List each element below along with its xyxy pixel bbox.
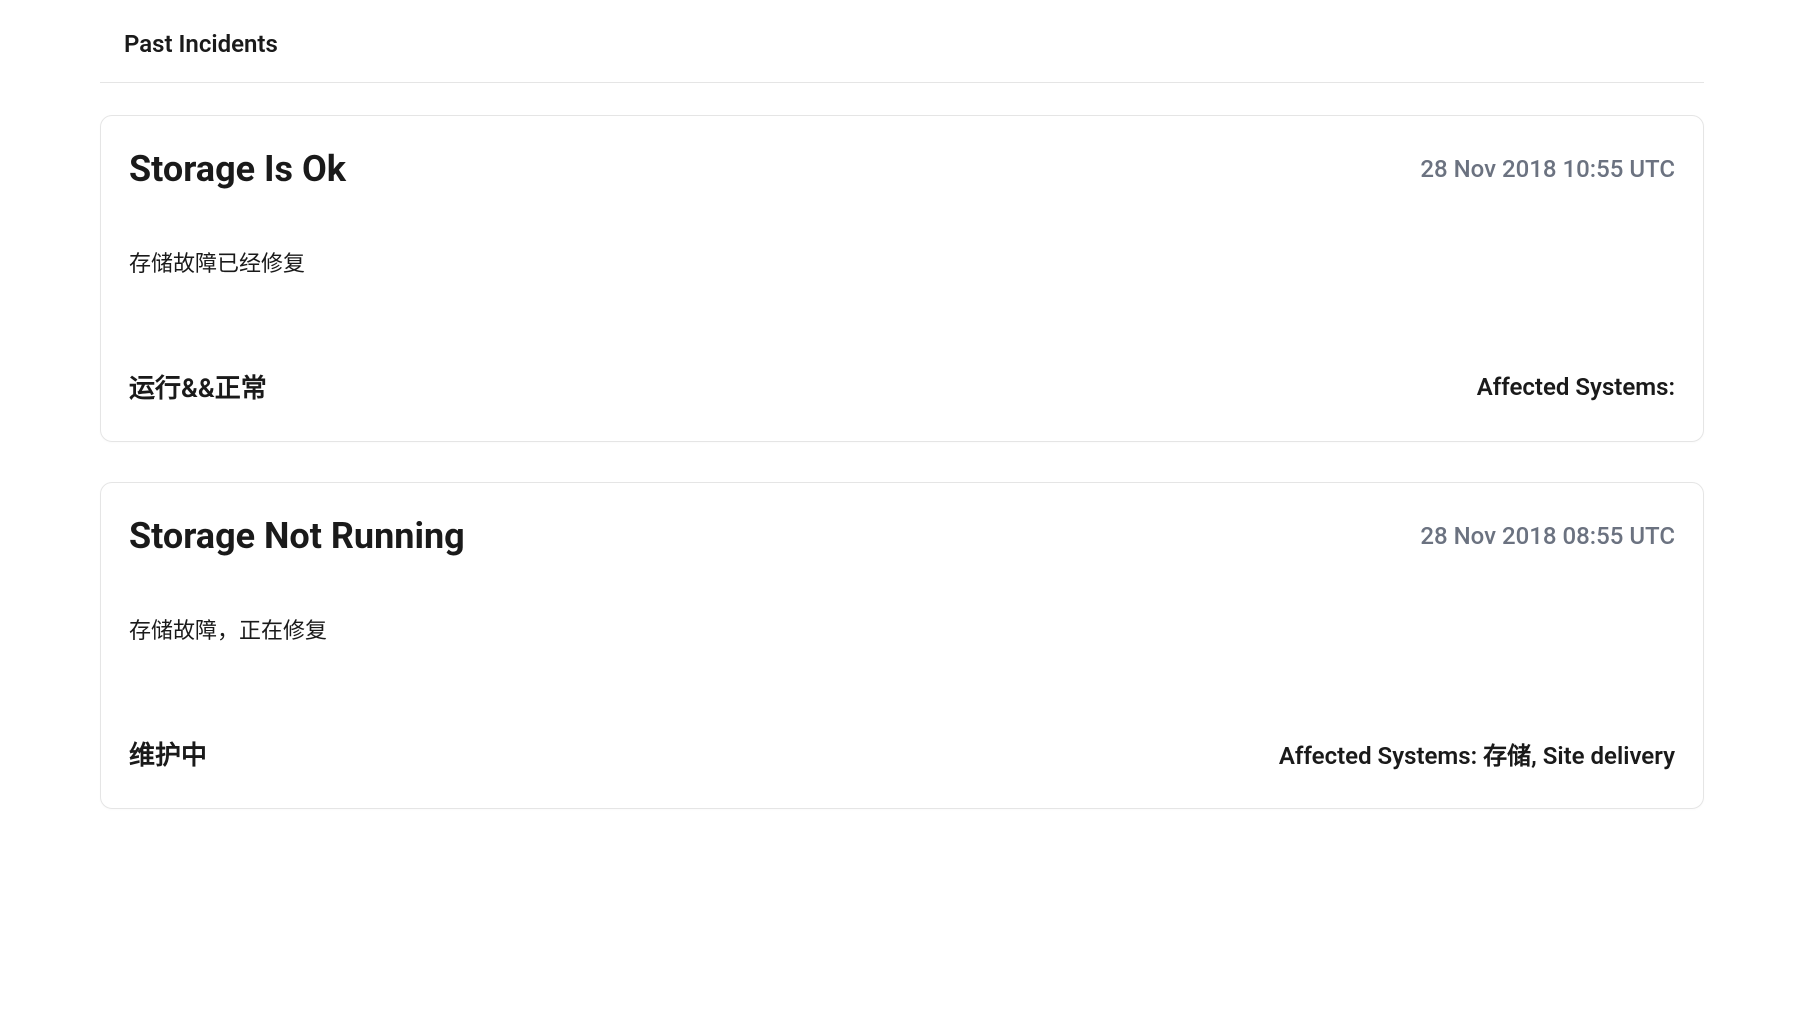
incident-header: Storage Not Running 28 Nov 2018 08:55 UT…	[129, 515, 1675, 557]
incident-header: Storage Is Ok 28 Nov 2018 10:55 UTC	[129, 148, 1675, 190]
incident-timestamp: 28 Nov 2018 10:55 UTC	[1420, 155, 1675, 183]
affected-value: 存储, Site delivery	[1477, 742, 1675, 770]
incident-status: 运行&&正常	[129, 368, 267, 405]
incident-title: Storage Not Running	[129, 515, 465, 557]
incident-card: Storage Is Ok 28 Nov 2018 10:55 UTC 存储故障…	[100, 115, 1704, 442]
affected-label: Affected Systems:	[1279, 742, 1477, 770]
incident-timestamp: 28 Nov 2018 08:55 UTC	[1420, 522, 1675, 550]
affected-label: Affected Systems:	[1477, 373, 1675, 401]
incident-status: 维护中	[129, 735, 207, 772]
incident-description: 存储故障，正在修复	[129, 613, 1675, 645]
incident-card: Storage Not Running 28 Nov 2018 08:55 UT…	[100, 482, 1704, 809]
incident-footer: 运行&&正常 Affected Systems:	[129, 368, 1675, 405]
past-incidents-heading: Past Incidents	[100, 30, 1704, 83]
incident-affected-systems: Affected Systems:	[1477, 373, 1675, 401]
incidents-list: Storage Is Ok 28 Nov 2018 10:55 UTC 存储故障…	[100, 115, 1704, 809]
incident-footer: 维护中 Affected Systems: 存储, Site delivery	[129, 735, 1675, 772]
incident-title: Storage Is Ok	[129, 148, 346, 190]
incident-affected-systems: Affected Systems: 存储, Site delivery	[1279, 736, 1675, 771]
incident-description: 存储故障已经修复	[129, 246, 1675, 278]
